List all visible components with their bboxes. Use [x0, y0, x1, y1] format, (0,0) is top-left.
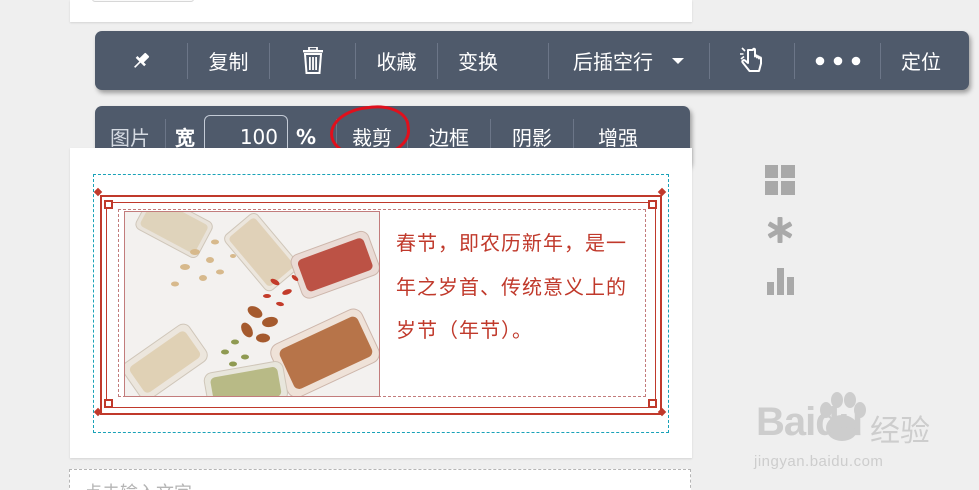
- text-input-block[interactable]: 点击输入文字: [69, 469, 691, 490]
- frame-inner-line: [106, 202, 107, 408]
- layout-grid-button[interactable]: [764, 164, 796, 196]
- frame-corner: [648, 200, 657, 209]
- insert-blank-row-dropdown[interactable]: 后插空行: [549, 31, 709, 90]
- insert-blank-row-label: 后插空行: [573, 50, 653, 74]
- side-icon-bar: [764, 164, 798, 314]
- more-button[interactable]: [795, 31, 880, 90]
- locate-button[interactable]: 定位: [881, 31, 961, 90]
- previous-block-stub: [92, 0, 194, 2]
- frame-inner-line: [106, 202, 656, 203]
- caret-down-icon: [672, 57, 684, 64]
- asterisk-icon: [767, 217, 793, 243]
- frame-corner: [104, 399, 113, 408]
- favorite-button[interactable]: 收藏: [356, 31, 437, 90]
- text-input-placeholder: 点击输入文字: [84, 479, 192, 490]
- paragraph-text[interactable]: 春节，即农历新年，是一年之岁首、传统意义上的岁节（年节）。: [396, 222, 636, 353]
- delete-button[interactable]: [270, 31, 355, 90]
- watermark-url: jingyan.baidu.com: [754, 453, 884, 470]
- frame-inner-line: [655, 202, 656, 408]
- frame-corner: [104, 200, 113, 209]
- pin-icon: [134, 52, 150, 68]
- transform-button[interactable]: 变换: [438, 31, 548, 90]
- hand-pointer-button[interactable]: [710, 31, 794, 90]
- frame-corner: [648, 399, 657, 408]
- watermark-cn: 经验: [870, 414, 930, 449]
- pin-button[interactable]: [95, 31, 187, 90]
- watermark-brand: Baidu: [756, 400, 863, 444]
- food-photo-art: [125, 212, 379, 396]
- watermark: Baidu 经验 jingyan.baidu.com: [748, 380, 978, 490]
- food-photo[interactable]: [124, 211, 380, 397]
- hand-pointer-icon: [740, 46, 762, 72]
- frame-inner-line: [106, 407, 656, 408]
- effects-button[interactable]: [764, 214, 796, 246]
- bar-chart-icon: [767, 268, 794, 295]
- trash-icon: [302, 46, 323, 74]
- previous-block: [70, 0, 692, 22]
- more-dots-icon: [815, 56, 860, 65]
- grid-icon: [765, 165, 795, 195]
- chart-button[interactable]: [764, 264, 796, 296]
- block-toolbar: 复制 收藏 变换 后插空行 定位: [95, 31, 969, 90]
- copy-button[interactable]: 复制: [188, 31, 269, 90]
